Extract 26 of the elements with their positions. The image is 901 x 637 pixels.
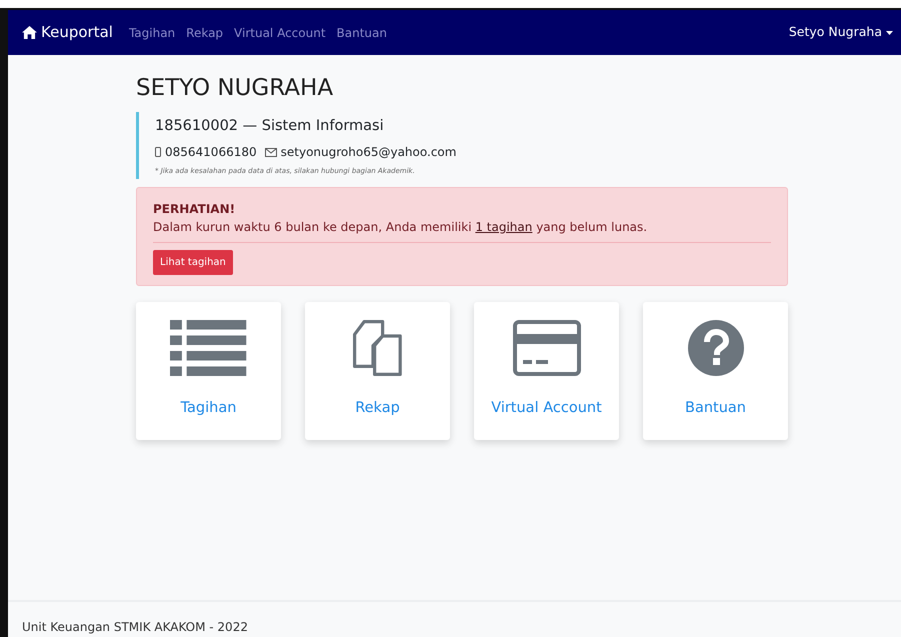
home-icon [22, 26, 37, 39]
nav-link[interactable]: Rekap [186, 24, 224, 42]
credit-card-icon [512, 320, 580, 376]
nav-link[interactable]: Bantuan [336, 24, 387, 42]
user-menu[interactable]: Setyo Nugraha [788, 23, 893, 42]
view-bills-button[interactable]: Lihat tagihan [153, 250, 233, 275]
alert-message: Dalam kurun waktu 6 bulan ke depan, Anda memiliki 1 tagihan yang belum lunas. [153, 218, 648, 236]
student-name: SETYO NUGRAHA [136, 74, 334, 103]
student-id-line: 185610002 — Sistem Informasi [155, 116, 385, 136]
caret-icon [886, 30, 893, 34]
brand-link[interactable]: Keuportal [22, 21, 113, 44]
menu-tile[interactable]: Virtual Account [474, 302, 619, 440]
help-icon [688, 320, 744, 376]
menu-tile[interactable]: Bantuan [643, 302, 788, 440]
phone-icon [155, 147, 161, 158]
nav-link[interactable]: Tagihan [128, 24, 176, 42]
list-icon [170, 320, 247, 376]
menu-tile[interactable]: Tagihan [136, 302, 281, 440]
copy-icon [352, 320, 402, 376]
email-address: setyonugroho65@yahoo.com [280, 144, 456, 162]
alert-title: PERHATIAN! [153, 200, 236, 218]
bill-link[interactable]: 1 tagihan [475, 220, 532, 234]
mail-icon [264, 148, 277, 157]
phone-number: 085641066180 [165, 144, 257, 162]
menu-tile[interactable]: Rekap [305, 302, 450, 440]
nav-link[interactable]: Virtual Account [234, 24, 326, 42]
